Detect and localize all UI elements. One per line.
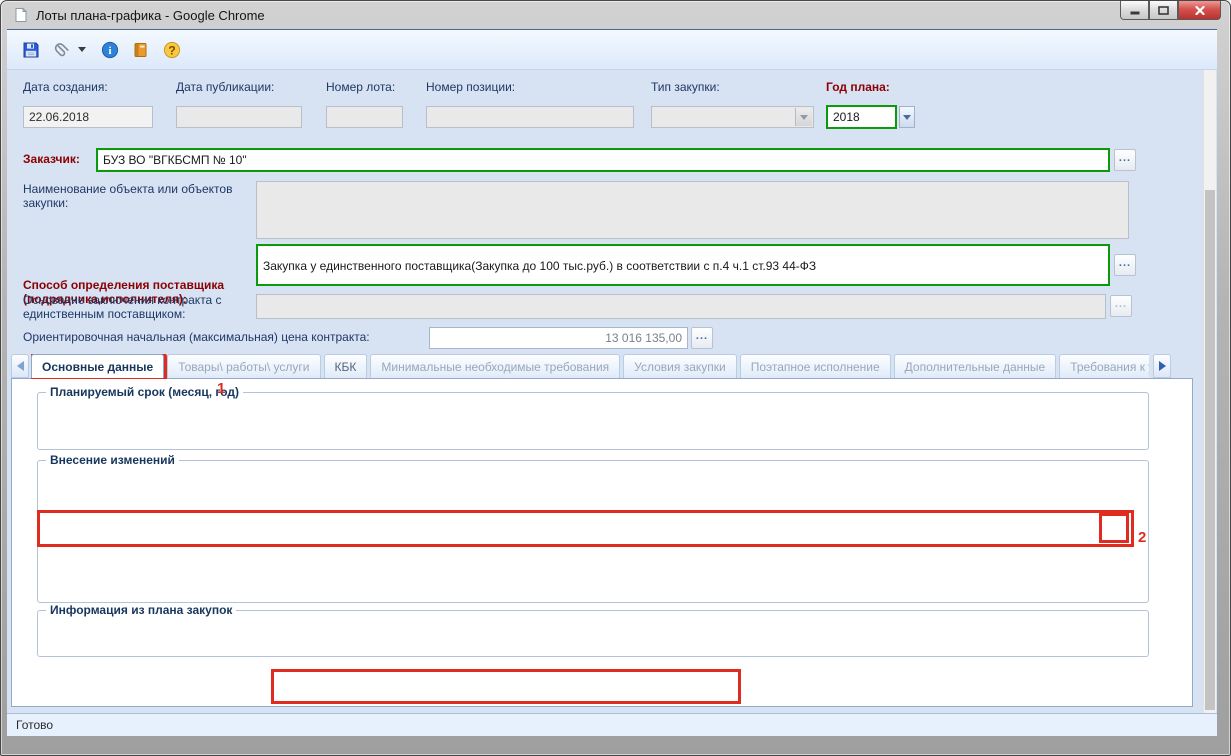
date-created-field[interactable]: 22.06.2018: [23, 106, 153, 128]
maximize-button[interactable]: [1149, 1, 1178, 20]
status-text: Готово: [16, 718, 54, 732]
scrollbar-thumb[interactable]: [1205, 190, 1215, 710]
contract-basis-label: Основание заключения контракта с единств…: [23, 293, 222, 321]
tab-strip: Основные данные Товары\ работы\ услуги К…: [31, 354, 1149, 379]
help-icon[interactable]: ?: [162, 40, 182, 60]
svg-text:i: i: [108, 45, 111, 57]
tabs-scroll-left-button[interactable]: [11, 354, 29, 378]
fieldset-planned-period: Планируемый срок (месяц, год): [37, 385, 1149, 450]
contract-price-field[interactable]: 13 016 135,00: [429, 327, 688, 349]
arrow-left-icon: [16, 361, 24, 371]
info-icon[interactable]: i: [100, 40, 120, 60]
statusbar: Готово: [7, 713, 1217, 736]
toolbar: i ?: [7, 30, 1217, 70]
date-created-label: Дата создания:: [23, 80, 108, 94]
purchase-type-select[interactable]: [651, 106, 814, 128]
tab-additional-data[interactable]: Дополнительные данные: [893, 354, 1057, 378]
journal-icon[interactable]: [131, 40, 151, 60]
tabs-scroll-right-button[interactable]: [1153, 354, 1171, 378]
lot-number-field[interactable]: [326, 106, 403, 128]
tab-min-requirements[interactable]: Минимальные необходимые требования: [370, 354, 621, 378]
contract-basis-field[interactable]: [256, 294, 1106, 319]
position-number-field[interactable]: [426, 106, 634, 128]
arrow-right-icon: [1158, 361, 1166, 371]
tab-main-data[interactable]: Основные данные: [31, 354, 168, 379]
customer-label: Заказчик:: [23, 152, 80, 166]
fieldset-changes: Внесение изменений: [37, 453, 1149, 603]
tab-staged-execution[interactable]: Поэтапное исполнение: [739, 354, 891, 378]
attachment-icon[interactable]: [52, 40, 72, 60]
object-name-textarea[interactable]: [256, 181, 1129, 239]
save-icon[interactable]: [21, 40, 41, 60]
purchase-type-caret-icon[interactable]: [795, 108, 812, 126]
customer-picker-button[interactable]: ...: [1114, 149, 1136, 171]
window-title: Лоты плана-графика - Google Chrome: [36, 7, 265, 23]
close-button[interactable]: [1178, 1, 1221, 20]
purchase-type-label: Тип закупки:: [651, 80, 720, 94]
app-frame: i ? Дата создания: Дата публикации: Номе…: [7, 29, 1217, 736]
date-published-field[interactable]: [176, 106, 302, 128]
plan-info-legend: Информация из плана закупок: [46, 603, 237, 617]
contract-basis-picker-button[interactable]: ...: [1110, 295, 1132, 317]
window-controls: [1120, 1, 1221, 20]
annotation-marker-1: 1: [217, 380, 226, 397]
customer-field[interactable]: БУЗ ВО "ВГКБСМП № 10": [96, 148, 1110, 172]
supplier-method-picker-button[interactable]: ...: [1114, 254, 1136, 276]
object-name-label: Наименование объекта или объектов закупк…: [23, 182, 233, 210]
plan-year-label: Год плана:: [826, 80, 890, 94]
plan-year-caret-icon[interactable]: [899, 106, 915, 128]
date-published-label: Дата публикации:: [176, 80, 275, 94]
supplier-method-field[interactable]: Закупка у единственного поставщика(Закуп…: [256, 244, 1110, 286]
app-window: Лоты плана-графика - Google Chrome i ? Д…: [0, 0, 1231, 756]
titlebar[interactable]: Лоты плана-графика - Google Chrome: [1, 1, 1230, 29]
svg-text:?: ?: [168, 43, 175, 57]
tab-participant-requirements[interactable]: Требования к участнику: [1059, 354, 1149, 378]
contract-price-picker-button[interactable]: ...: [691, 327, 713, 349]
plan-year-select[interactable]: 2018: [826, 105, 897, 129]
planned-period-legend: Планируемый срок (месяц, год): [46, 385, 243, 399]
lot-number-label: Номер лота:: [326, 80, 396, 94]
vertical-scrollbar[interactable]: [1203, 70, 1216, 714]
tab-kbk[interactable]: КБК: [323, 354, 368, 378]
document-icon: [13, 7, 29, 23]
contract-price-label: Ориентировочная начальная (максимальная)…: [23, 330, 370, 344]
changes-legend: Внесение изменений: [46, 453, 179, 467]
minimize-button[interactable]: [1120, 1, 1149, 20]
annotation-marker-2: 2: [1138, 529, 1147, 546]
fieldset-plan-info: Информация из плана закупок: [37, 603, 1149, 657]
attachment-menu-caret-icon[interactable]: [77, 40, 89, 60]
tab-goods-works-services[interactable]: Товары\ работы\ услуги: [167, 354, 321, 378]
position-number-label: Номер позиции:: [426, 80, 516, 94]
tab-purchase-conditions[interactable]: Условия закупки: [623, 354, 737, 378]
form-content: Дата создания: Дата публикации: Номер ло…: [7, 70, 1217, 714]
